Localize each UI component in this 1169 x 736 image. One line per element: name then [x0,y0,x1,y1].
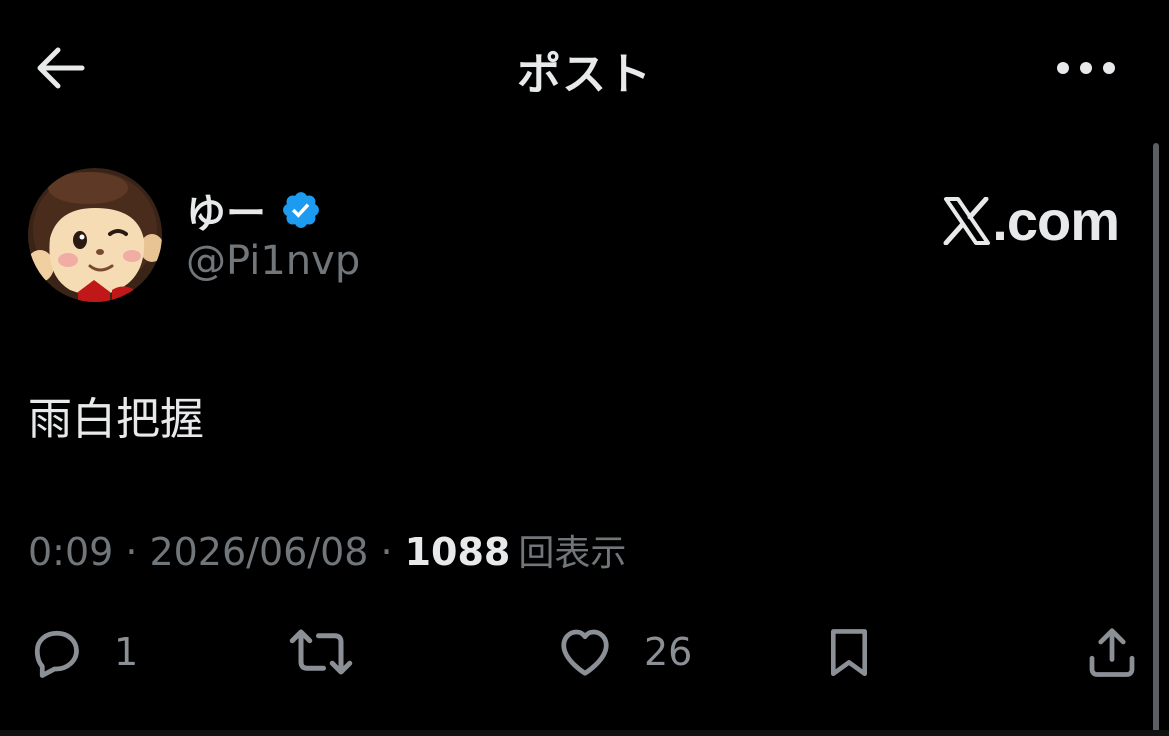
meta-separator: · [125,530,138,574]
bookmark-icon [830,629,868,677]
post-time[interactable]: 0:09 [28,530,113,574]
like-button[interactable]: 26 [554,610,692,694]
reply-icon [34,630,79,678]
back-button[interactable] [28,40,90,96]
author-handle[interactable]: @Pi1nvp [186,238,360,284]
watermark-text: .com [992,189,1120,252]
divider [0,730,1169,736]
more-horizontal-icon [1057,62,1115,74]
verified-badge-icon [283,192,319,228]
post-meta: 0:09 · 2026/06/08 · 1088 回表示 [28,524,626,576]
repost-button[interactable] [288,610,382,694]
top-bar: ポスト [0,0,1169,135]
author-name: ゆー [186,191,266,237]
arrow-left-icon [37,47,85,89]
action-bar: 1 26 [0,610,1169,700]
like-count: 26 [644,630,693,674]
repost-icon [289,629,353,675]
meta-separator: · [380,530,393,574]
more-button[interactable] [1052,44,1120,92]
author-name-row[interactable]: ゆー [186,180,322,240]
monchhichi-avatar-image [28,168,162,302]
x-logo-icon [943,196,991,245]
page-title: ポスト [517,49,652,100]
reply-button[interactable]: 1 [26,610,138,694]
reply-count: 1 [114,630,139,674]
share-icon [1089,628,1135,677]
bookmark-button[interactable] [820,610,906,694]
views-count[interactable]: 1088 [405,530,511,574]
post-date[interactable]: 2026/06/08 [149,530,368,574]
avatar[interactable] [28,168,162,302]
views-label: 回表示 [518,533,627,574]
heart-icon [561,629,609,676]
watermark: .com [942,188,1120,253]
share-button[interactable] [1082,610,1169,694]
post-text: 雨白把握 [28,394,204,445]
